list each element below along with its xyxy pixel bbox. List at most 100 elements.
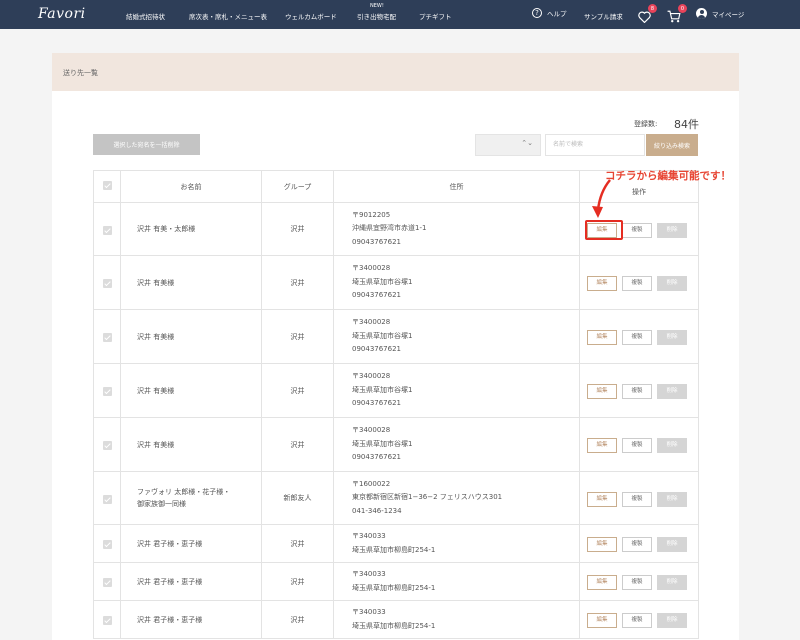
edit-button[interactable]: 編集: [587, 438, 617, 453]
address-line: 09043767621: [352, 345, 401, 354]
row-select-cell: [93, 524, 121, 563]
recipient-name: 沢井 有美様: [137, 440, 175, 449]
recipient-name: ファヴォリ 太郎様・花子様・: [137, 488, 231, 496]
copy-button[interactable]: 複製: [622, 276, 652, 291]
address-line: 東京都新宿区新宿1−36−2 フェリスハウス301: [352, 493, 503, 502]
select-all-checkbox[interactable]: [102, 181, 112, 190]
group-cell: 沢井: [261, 309, 334, 364]
row-select-cell: [93, 417, 121, 472]
actions-cell: 編集 複製 削除: [579, 600, 699, 639]
page-title-band: 送り先一覧: [52, 53, 739, 91]
delete-button[interactable]: 削除: [657, 222, 687, 238]
col-name-header: お名前: [120, 170, 262, 203]
row-checkbox[interactable]: [102, 333, 112, 342]
edit-button[interactable]: 編集: [587, 613, 617, 628]
address-line: 041-346-1234: [352, 506, 402, 515]
copy-button[interactable]: 複製: [622, 384, 652, 399]
delete-button[interactable]: 削除: [657, 491, 687, 507]
address-line: 09043767621: [352, 237, 401, 246]
row-select-cell: [93, 600, 121, 639]
copy-button[interactable]: 複製: [622, 330, 652, 345]
group-select[interactable]: ⌃⌄: [475, 134, 541, 156]
address-line: 埼玉県草加市谷塚1: [352, 277, 413, 286]
nav-gift-delivery[interactable]: 引き出物宅配: [357, 11, 396, 21]
address-cell: 〒3400028 埼玉県草加市谷塚1 09043767621: [333, 363, 580, 418]
row-checkbox[interactable]: [102, 225, 112, 235]
annotation-text: コチラから編集可能です！: [605, 170, 731, 182]
bulk-delete-button[interactable]: 選択した宛名を一括削除: [93, 134, 200, 155]
cart-badge: 0: [678, 4, 687, 13]
recipient-name: 沢井 君子様・恵子様: [137, 539, 203, 548]
top-header: Favori 結婚式招待状 席次表・席札・メニュー表 ウェルカムボード NEW!…: [0, 0, 800, 29]
mypage-link[interactable]: マイページ: [696, 8, 744, 19]
delete-button[interactable]: 削除: [657, 575, 687, 590]
heart-icon: [638, 11, 651, 24]
copy-button[interactable]: 複製: [622, 222, 652, 238]
mypage-label: マイページ: [712, 10, 745, 19]
row-checkbox[interactable]: [102, 279, 112, 288]
copy-button[interactable]: 複製: [622, 575, 652, 590]
edit-button[interactable]: 編集: [587, 276, 617, 291]
recipient-name-cell: 沢井 君子様・恵子様: [120, 524, 262, 563]
address-line: 埼玉県草加市柳島町254-1: [352, 621, 436, 630]
row-checkbox[interactable]: [102, 540, 112, 549]
address-line: 〒3400028: [352, 426, 391, 435]
address-cell: 〒340033 埼玉県草加市柳島町254-1: [333, 524, 580, 563]
search-input[interactable]: 名前で検索: [545, 134, 645, 156]
count-value: 84件: [674, 118, 699, 131]
actions-cell: 編集 複製 削除: [579, 524, 699, 563]
copy-button[interactable]: 複製: [622, 438, 652, 453]
favorites-button[interactable]: 8: [638, 4, 657, 24]
delete-button[interactable]: 削除: [657, 438, 687, 453]
sample-request-link[interactable]: サンプル請求: [584, 11, 623, 21]
actions-cell: 編集 複製 削除: [579, 471, 699, 525]
edit-button[interactable]: 編集: [587, 330, 617, 345]
address-line: 〒340033: [352, 532, 386, 540]
recipient-name-cell: 沢井 有美様: [120, 363, 262, 418]
delete-button[interactable]: 削除: [657, 537, 687, 552]
row-select-cell: [93, 562, 121, 601]
nav-welcome-board[interactable]: ウェルカムボード: [285, 11, 337, 21]
edit-button[interactable]: 編集: [587, 537, 617, 552]
address-line: 〒3400028: [352, 318, 391, 327]
nav-seating-chart[interactable]: 席次表・席札・メニュー表: [189, 11, 267, 21]
recipient-name-cell: 沢井 有美・太郎様: [120, 202, 262, 256]
table-row: 沢井 有美様 沢井 〒3400028 埼玉県草加市谷塚1 09043767621 編集 複製…: [93, 417, 699, 472]
cart-button[interactable]: 0: [667, 4, 687, 23]
site-logo[interactable]: Favori: [38, 6, 86, 22]
edit-button[interactable]: 編集: [587, 384, 617, 399]
address-line: 09043767621: [352, 453, 401, 462]
address-line: 〒9012205: [352, 210, 391, 219]
edit-button[interactable]: 編集: [587, 491, 617, 507]
address-cell: 〒9012205 沖縄県宜野湾市赤道1-1 09043767621: [333, 202, 580, 256]
filter-search-button[interactable]: 絞り込み検索: [646, 134, 698, 156]
delete-button[interactable]: 削除: [657, 276, 687, 291]
address-line: 〒340033: [352, 570, 386, 578]
annotation-arrow-icon: [592, 179, 611, 218]
help-label: ヘルプ: [547, 10, 567, 18]
row-checkbox[interactable]: [102, 616, 112, 625]
help-link[interactable]: ? ヘルプ: [532, 8, 567, 18]
row-checkbox[interactable]: [102, 578, 112, 587]
recipient-name-cell: ファヴォリ 太郎様・花子様・ 御家族御一同様: [120, 471, 262, 525]
delete-button[interactable]: 削除: [657, 613, 687, 628]
nav-invitation[interactable]: 結婚式招待状: [126, 11, 165, 21]
edit-button[interactable]: 編集: [587, 575, 617, 590]
row-checkbox[interactable]: [102, 494, 112, 504]
recipient-name-cell: 沢井 有美様: [120, 255, 262, 310]
recipient-name: 沢井 君子様・恵子様: [137, 577, 203, 586]
recipient-name-cell: 沢井 君子様・恵子様: [120, 562, 262, 601]
address-line: 埼玉県草加市谷塚1: [352, 331, 413, 340]
copy-button[interactable]: 複製: [622, 613, 652, 628]
delete-button[interactable]: 削除: [657, 384, 687, 399]
col-group-header: グループ: [261, 170, 334, 203]
actions-cell: 編集 複製 削除: [579, 417, 699, 472]
row-select-cell: [93, 255, 121, 310]
group-cell: 沢井: [261, 417, 334, 472]
nav-petit-gift[interactable]: プチギフト: [419, 11, 452, 21]
delete-button[interactable]: 削除: [657, 330, 687, 345]
copy-button[interactable]: 複製: [622, 537, 652, 552]
row-checkbox[interactable]: [102, 441, 112, 450]
copy-button[interactable]: 複製: [622, 491, 652, 507]
row-checkbox[interactable]: [102, 387, 112, 396]
